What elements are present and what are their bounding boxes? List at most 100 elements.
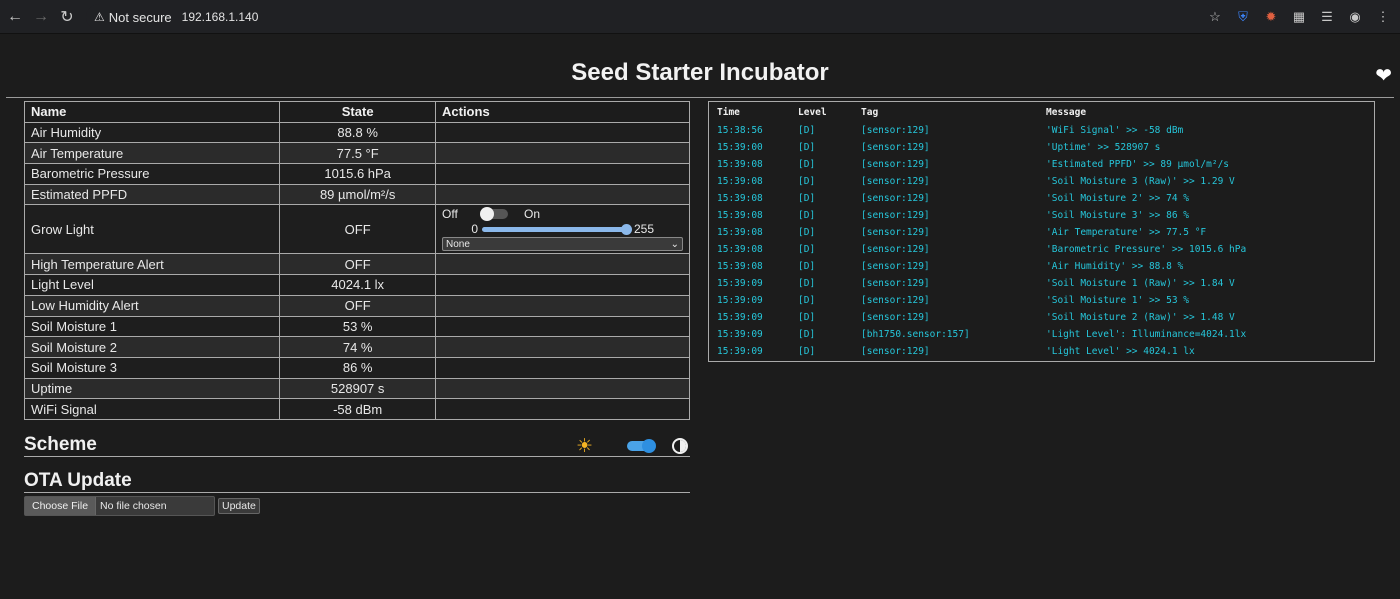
log-message: 'Soil Moisture 2' >> 74 % [1046,193,1189,204]
log-level-header: Level [798,106,827,118]
entity-state: 4024.1 lx [279,274,436,296]
log-level: [D] [798,176,816,187]
ota-divider [24,492,690,493]
log-level: [D] [798,244,816,255]
log-tag: [sensor:129] [861,125,930,136]
table-row: Soil Moisture 3 86 % [23,356,690,379]
log-level: [D] [798,329,816,340]
entity-state: 86 % [279,356,436,379]
table-row-grow-light: Grow Light OFF Off On 0 255 None ⌄ [23,204,690,255]
extensions-puzzle-icon[interactable]: ▦ [1288,6,1310,28]
title-divider [6,97,1394,98]
log-tag: [sensor:129] [861,261,930,272]
url-text[interactable]: 192.168.1.140 [182,10,259,24]
log-tag: [sensor:129] [861,278,930,289]
table-row: High Temperature Alert OFF [23,253,690,276]
entity-name: High Temperature Alert [23,253,281,276]
log-tag: [sensor:129] [861,227,930,238]
bookmark-star-icon[interactable]: ☆ [1204,6,1226,28]
warning-icon: ⚠ [94,10,105,24]
grow-light-toggle[interactable] [480,207,508,222]
log-tag: [bh1750.sensor:157] [861,329,970,340]
slider-thumb[interactable] [621,223,632,235]
address-bar[interactable]: ⚠ Not secure 192.168.1.140 [86,4,1216,30]
security-indicator[interactable]: ⚠ Not secure [86,10,172,25]
log-message: 'Soil Moisture 3 (Raw)' >> 1.29 V [1046,176,1235,187]
entity-state: 77.5 °F [279,142,436,165]
entity-actions [435,336,690,358]
entity-state: OFF [279,294,436,317]
sun-icon: ☀ [576,436,594,457]
log-tag: [sensor:129] [861,210,930,221]
log-tag: [sensor:129] [861,176,930,187]
profile-icon[interactable]: ◉ [1344,6,1366,28]
log-level: [D] [798,193,816,204]
entity-actions [435,163,690,185]
slider-max-label: 255 [634,222,655,237]
choose-file-button[interactable]: Choose File [25,497,97,515]
log-time: 15:39:08 [717,227,763,238]
file-input[interactable]: Choose File No file chosen [24,496,215,516]
log-tag: [sensor:129] [861,193,930,204]
entity-actions [435,183,690,206]
table-row: Barometric Pressure 1015.6 hPa [23,163,690,185]
dark-mode-toggle[interactable] [627,439,656,453]
forward-icon[interactable]: → [28,4,54,30]
log-tag: [sensor:129] [861,312,930,323]
password-manager-icon[interactable]: ⛨ [1232,6,1254,28]
state-column-header: State [279,101,436,123]
log-level: [D] [798,125,816,136]
log-time: 15:39:08 [717,176,763,187]
log-time: 15:39:09 [717,329,763,340]
table-row: WiFi Signal -58 dBm [23,398,690,420]
log-message: 'Soil Moisture 2 (Raw)' >> 1.48 V [1046,312,1235,323]
log-message: 'Light Level' >> 4024.1 lx [1046,346,1195,357]
table-row: Air Humidity 88.8 % [23,121,690,144]
entity-actions [435,121,690,144]
table-row: Light Level 4024.1 lx [23,274,690,296]
log-message: 'Light Level': Illuminance=4024.1lx [1046,329,1247,340]
entity-state: OFF [279,204,436,255]
log-time: 15:39:08 [717,210,763,221]
log-level: [D] [798,312,816,323]
entity-actions [435,377,690,400]
extension-icon[interactable]: ✹ [1260,6,1282,28]
back-icon[interactable]: ← [2,4,28,30]
log-time: 15:38:56 [717,125,763,136]
brightness-slider[interactable] [482,223,632,235]
entity-state: 89 µmol/m²/s [279,183,436,206]
log-message: 'Air Humidity' >> 88.8 % [1046,261,1184,272]
entity-state: -58 dBm [279,398,436,420]
toggle-knob [642,439,656,453]
log-row: 15:39:08 [D] [sensor:129] 'Air Temperature'… [709,224,1374,241]
entity-state: OFF [279,253,436,276]
update-button[interactable]: Update [218,498,260,514]
entity-name: WiFi Signal [23,398,281,420]
log-time: 15:39:00 [717,142,763,153]
entity-name: Grow Light [23,204,281,255]
media-controls-icon[interactable]: ☰ [1316,6,1338,28]
entity-actions [435,315,690,338]
menu-icon[interactable]: ⋮ [1372,6,1394,28]
entity-state: 74 % [279,336,436,358]
entity-state: 88.8 % [279,121,436,144]
log-row: 15:39:08 [D] [sensor:129] 'Air Humidity' >>… [709,258,1374,275]
table-row: Estimated PPFD 89 µmol/m²/s [23,183,690,206]
grow-light-actions: Off On 0 255 None ⌄ [435,204,690,255]
toggle-knob [480,207,494,222]
log-row: 15:39:08 [D] [sensor:129] 'Soil Moisture 3 … [709,173,1374,190]
log-row: 15:39:09 [D] [bh1750.sensor:157] 'Light Lev… [709,326,1374,343]
log-message: 'Uptime' >> 528907 s [1046,142,1161,153]
table-row: Soil Moisture 1 53 % [23,315,690,338]
effect-select[interactable]: None ⌄ [442,237,683,252]
table-row: Soil Moisture 2 74 % [23,336,690,358]
heart-icon[interactable]: ❤ [1375,63,1392,88]
browser-toolbar: ← → ↻ ⚠ Not secure 192.168.1.140 ☆ ⛨ ✹ ▦… [0,0,1400,34]
entity-actions [435,253,690,276]
log-level: [D] [798,295,816,306]
reload-icon[interactable]: ↻ [54,4,80,30]
log-tag: [sensor:129] [861,346,930,357]
file-status-label: No file chosen [100,500,167,512]
log-tag: [sensor:129] [861,159,930,170]
contrast-icon [672,438,688,454]
